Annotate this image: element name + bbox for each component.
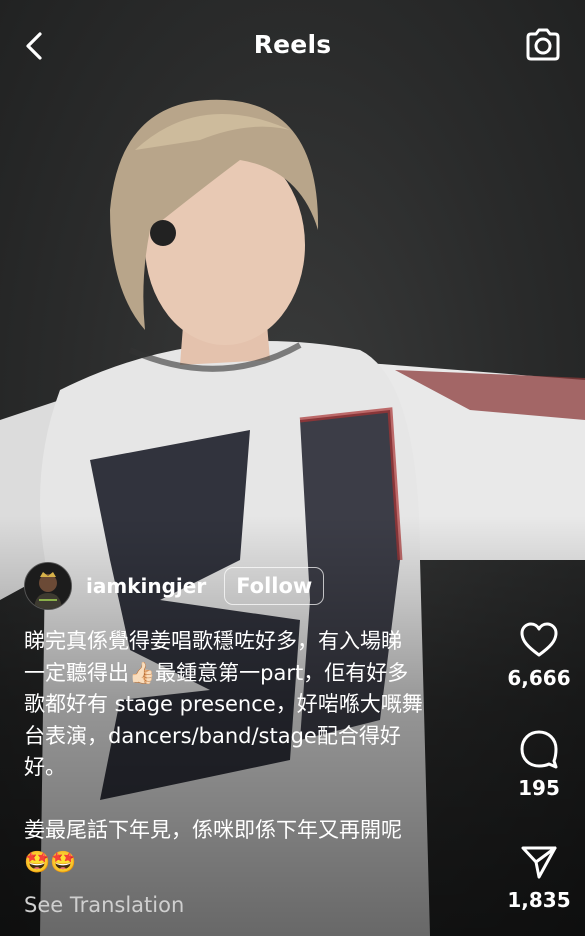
follow-button[interactable]: Follow (224, 567, 325, 605)
caption-line: 🤩🤩 (24, 849, 77, 874)
caption-line: 睇完真係覺得姜唱歌穩咗好多，有入場睇 (24, 629, 402, 653)
camera-button[interactable] (523, 25, 563, 65)
caption-line: 歌都好有 stage presence，好啱喺大嘅舞 (24, 692, 423, 716)
reel-caption[interactable]: 睇完真係覺得姜唱歌穩咗好多，有入場睇 一定聽得出👍🏻最鍾意第一part，佢有好多… (24, 626, 479, 878)
caption-line: 一定聽得出👍🏻最鍾意第一part，佢有好多 (24, 660, 409, 685)
comment-bubble-icon[interactable] (518, 728, 560, 770)
reels-header: Reels (0, 0, 585, 90)
caption-line: 姜最尾話下年見，係咪即係下年又再開呢 (24, 818, 402, 842)
caption-line: 好。 (24, 755, 66, 779)
heart-icon[interactable] (518, 620, 560, 660)
page-title: Reels (253, 30, 332, 59)
paper-plane-icon[interactable] (519, 842, 559, 882)
share-action: 1,835 (499, 842, 579, 912)
author-username[interactable]: iamkingjer (86, 574, 206, 598)
caption-line: 台表演，dancers/band/stage配合得好 (24, 723, 401, 748)
caption-paragraph-gap (24, 784, 479, 816)
author-row: iamkingjer Follow (24, 562, 325, 610)
avatar-image (25, 563, 71, 609)
camera-icon (526, 28, 560, 61)
share-count: 1,835 (507, 888, 571, 912)
like-count: 6,666 (507, 666, 571, 690)
see-translation-link[interactable]: See Translation (24, 893, 184, 917)
like-action: 6,666 (499, 620, 579, 690)
avatar[interactable] (24, 562, 72, 610)
comment-action: 195 (499, 728, 579, 800)
comment-count: 195 (518, 776, 560, 800)
